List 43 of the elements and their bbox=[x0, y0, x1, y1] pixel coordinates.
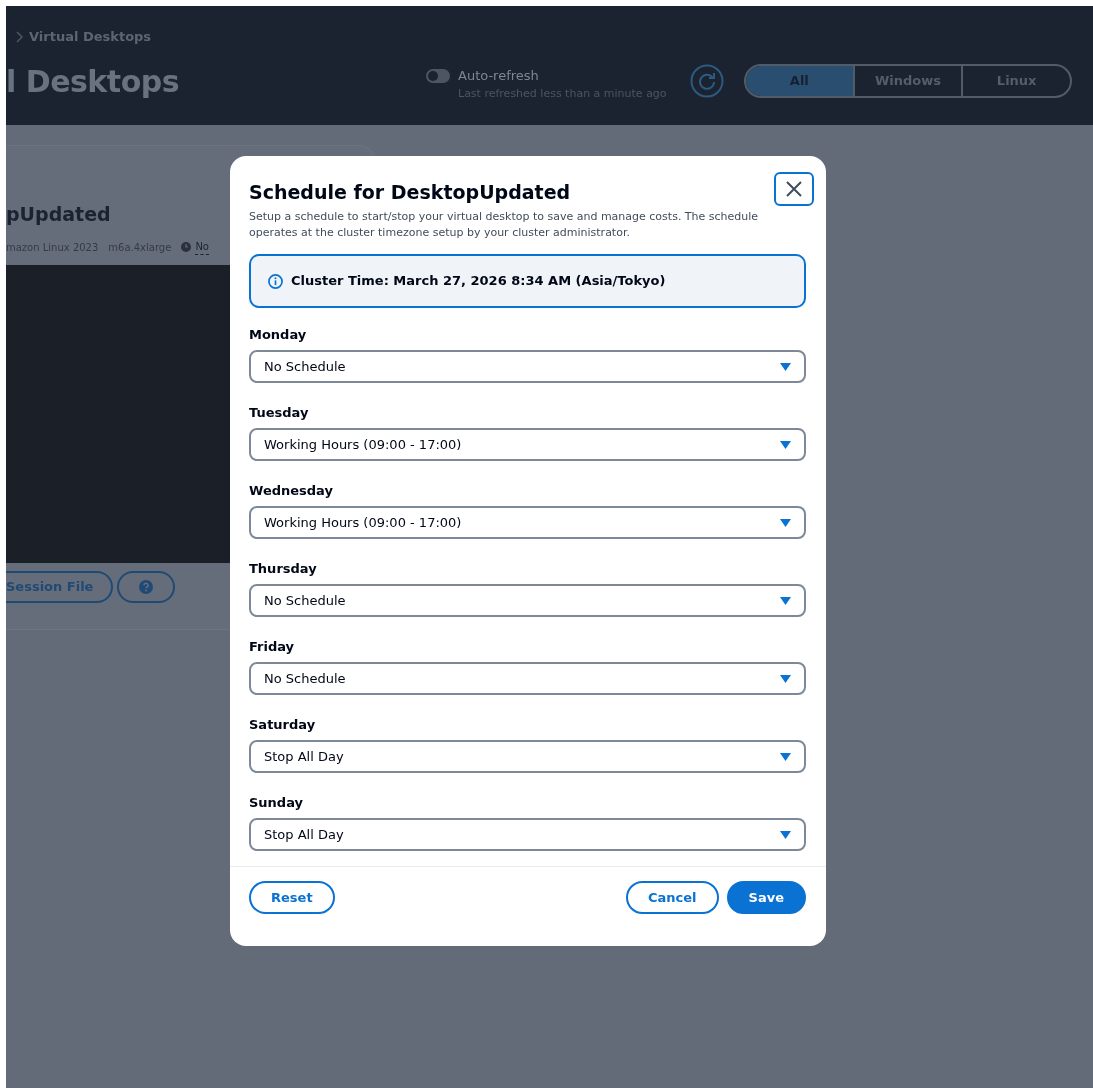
schedule-dropdown[interactable]: Working Hours (09:00 - 17:00) bbox=[249, 428, 806, 461]
day-label: Tuesday bbox=[249, 404, 310, 422]
card-title: pUpdated bbox=[6, 202, 111, 227]
toggle-label: Auto-refresh bbox=[458, 67, 539, 85]
schedule-dropdown[interactable]: Stop All Day bbox=[249, 740, 806, 773]
caret-icon bbox=[780, 596, 791, 605]
caret-icon bbox=[780, 752, 791, 761]
day-label: Thursday bbox=[249, 560, 318, 578]
filter-tab[interactable]: Linux bbox=[961, 66, 1070, 96]
caret-icon bbox=[780, 674, 791, 683]
day-label: Monday bbox=[249, 326, 308, 344]
dialog-description: Setup a schedule to start/stop your virtual desktop to save and manage costs. The schedule operates at the cluster timezone setup by your cluster administrator. bbox=[249, 209, 760, 241]
schedule-link[interactable]: No bbox=[195, 239, 209, 255]
schedule-dropdown[interactable]: No Schedule bbox=[249, 584, 806, 617]
schedule-dropdown[interactable]: Working Hours (09:00 - 17:00) bbox=[249, 506, 806, 539]
day-label: Wednesday bbox=[249, 482, 334, 500]
schedule-dropdown[interactable]: No Schedule bbox=[249, 350, 806, 383]
reset-button[interactable]: Reset bbox=[249, 881, 335, 914]
help-button[interactable] bbox=[117, 571, 176, 603]
schedule-dropdown[interactable]: Stop All Day bbox=[249, 818, 806, 851]
toggle-switch[interactable] bbox=[426, 68, 450, 83]
breadcrumb-link[interactable]: Virtual Desktops bbox=[29, 27, 152, 47]
cluster-time: Cluster Time: March 27, 2026 8:34 AM (Asia/Tokyo) bbox=[291, 272, 666, 291]
caret-icon bbox=[780, 362, 791, 371]
clock-icon bbox=[181, 242, 192, 252]
info-icon bbox=[268, 273, 283, 289]
page-title: l Desktops bbox=[6, 62, 181, 101]
day-label: Friday bbox=[249, 638, 296, 656]
chevron-right-icon bbox=[16, 30, 23, 43]
close-icon bbox=[786, 181, 802, 197]
caret-icon bbox=[780, 830, 791, 839]
day-label: Saturday bbox=[249, 716, 317, 734]
help-icon bbox=[139, 580, 154, 594]
schedule-dropdown[interactable]: No Schedule bbox=[249, 662, 806, 695]
cancel-button[interactable]: Cancel bbox=[626, 881, 719, 914]
close-button[interactable] bbox=[774, 172, 814, 206]
caret-icon bbox=[780, 518, 791, 527]
day-label: Sunday bbox=[249, 794, 305, 812]
dialog-title: Schedule for DesktopUpdated bbox=[249, 180, 571, 205]
save-button[interactable]: Save bbox=[726, 881, 806, 914]
refresh-icon[interactable] bbox=[690, 64, 724, 98]
caret-icon bbox=[780, 440, 791, 449]
filter-tab[interactable]: Windows bbox=[852, 66, 962, 96]
